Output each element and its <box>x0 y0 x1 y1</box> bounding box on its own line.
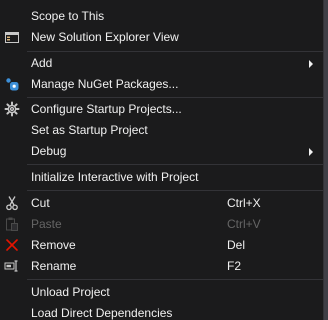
menu-scrollbar-edge <box>324 0 328 320</box>
menu-item-label: Configure Startup Projects... <box>31 102 182 116</box>
menu-item-cut[interactable]: Cut Ctrl+X <box>0 193 323 214</box>
menu-item-add[interactable]: Add <box>0 53 323 74</box>
menu-item-label: New Solution Explorer View <box>31 30 179 44</box>
submenu-arrow-icon <box>309 60 313 68</box>
menu-separator <box>27 164 323 165</box>
menu-item-shortcut: Del <box>227 238 246 252</box>
menu-item-initialize-interactive[interactable]: Initialize Interactive with Project <box>0 167 323 188</box>
nuget-icon <box>4 76 20 92</box>
menu-item-shortcut: Ctrl+X <box>227 196 261 210</box>
scissors-icon <box>4 195 20 211</box>
menu-item-set-as-startup-project[interactable]: Set as Startup Project <box>0 120 323 141</box>
menu-item-label: Set as Startup Project <box>31 123 148 137</box>
paste-icon <box>4 216 20 232</box>
menu-item-paste[interactable]: Paste Ctrl+V <box>0 214 323 235</box>
menu-item-unload-project[interactable]: Unload Project <box>0 282 323 303</box>
menu-item-rename[interactable]: Rename F2 <box>0 256 323 277</box>
solution-explorer-context-menu: Scope to This New Solution Explorer View… <box>0 0 324 320</box>
menu-item-load-direct-dependencies[interactable]: Load Direct Dependencies <box>0 303 323 320</box>
menu-item-label: Initialize Interactive with Project <box>31 170 199 184</box>
menu-item-label: Debug <box>31 144 67 158</box>
remove-icon <box>4 237 20 253</box>
menu-item-label: Cut <box>31 196 50 210</box>
menu-item-label: Load Direct Dependencies <box>31 306 173 320</box>
menu-separator <box>27 97 323 98</box>
menu-item-debug[interactable]: Debug <box>0 141 323 162</box>
menu-item-new-solution-explorer-view[interactable]: New Solution Explorer View <box>0 27 323 48</box>
menu-item-remove[interactable]: Remove Del <box>0 235 323 256</box>
menu-item-label: Manage NuGet Packages... <box>31 77 179 91</box>
menu-separator <box>27 51 323 52</box>
solution-explorer-icon <box>4 29 20 45</box>
menu-item-label: Add <box>31 56 53 70</box>
submenu-arrow-icon <box>309 148 313 156</box>
menu-item-label: Paste <box>31 217 62 231</box>
rename-icon <box>4 258 20 274</box>
gear-icon <box>4 101 20 117</box>
menu-item-configure-startup-projects[interactable]: Configure Startup Projects... <box>0 99 323 120</box>
menu-item-label: Unload Project <box>31 285 110 299</box>
menu-item-label: Rename <box>31 259 77 273</box>
menu-item-shortcut: Ctrl+V <box>227 217 261 231</box>
menu-item-scope-to-this[interactable]: Scope to This <box>0 6 323 27</box>
menu-separator <box>27 279 323 280</box>
menu-item-label: Remove <box>31 238 76 252</box>
menu-item-label: Scope to This <box>31 9 105 23</box>
menu-separator <box>27 190 323 191</box>
menu-item-shortcut: F2 <box>227 259 242 273</box>
menu-item-manage-nuget[interactable]: Manage NuGet Packages... <box>0 74 323 95</box>
